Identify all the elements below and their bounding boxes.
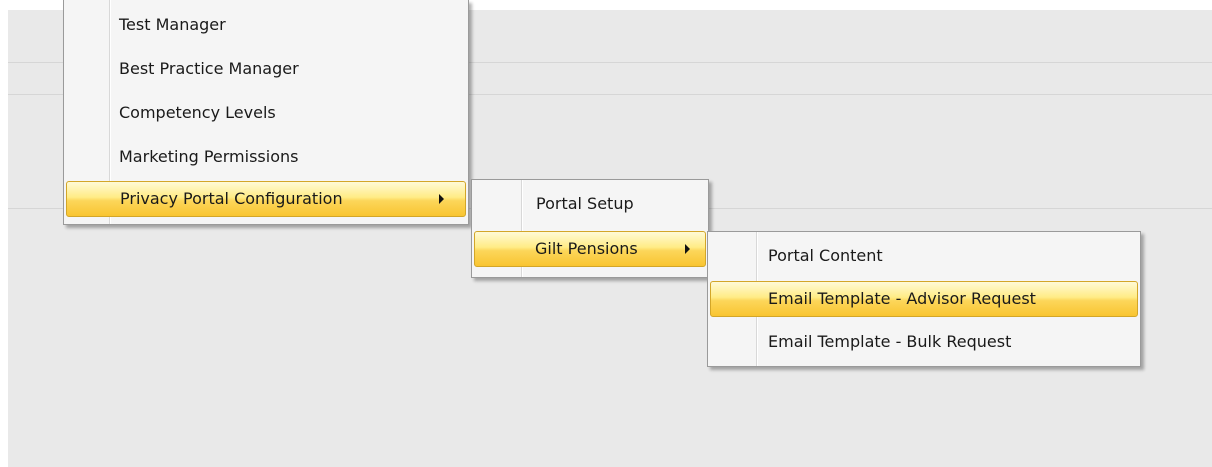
submenu-arrow-icon: [685, 244, 690, 254]
menu-item-label: Best Practice Manager: [119, 59, 299, 78]
menu-item-portal-setup[interactable]: Portal Setup: [472, 186, 708, 222]
menu-item-label: Privacy Portal Configuration: [120, 189, 343, 208]
menu-item-email-template-bulk-request[interactable]: Email Template - Bulk Request: [708, 324, 1140, 360]
menu-item-label: Portal Content: [768, 246, 883, 265]
menu-item-marketing-permissions[interactable]: Marketing Permissions: [64, 139, 468, 175]
menu-item-label: Test Manager: [119, 15, 226, 34]
menu-item-competency-levels[interactable]: Competency Levels: [64, 95, 468, 131]
submenu-arrow-icon: [439, 194, 444, 204]
menu-item-best-practice-manager[interactable]: Best Practice Manager: [64, 51, 468, 87]
menu-item-label: Portal Setup: [536, 194, 634, 213]
menu-item-gilt-pensions[interactable]: Gilt Pensions: [474, 231, 706, 267]
privacy-portal-submenu: Portal Setup Gilt Pensions: [471, 179, 709, 278]
menu-item-label: Competency Levels: [119, 103, 276, 122]
gilt-pensions-submenu: Portal Content Email Template - Advisor …: [707, 231, 1141, 367]
menu-item-label: Marketing Permissions: [119, 147, 299, 166]
main-context-menu: Test Manager Best Practice Manager Compe…: [63, 0, 469, 225]
menu-item-email-template-advisor-request[interactable]: Email Template - Advisor Request: [710, 281, 1138, 317]
menu-item-label: Gilt Pensions: [535, 239, 638, 258]
menu-item-label: Email Template - Advisor Request: [768, 289, 1036, 308]
menu-item-privacy-portal-configuration[interactable]: Privacy Portal Configuration: [66, 181, 466, 217]
menu-item-portal-content[interactable]: Portal Content: [708, 238, 1140, 274]
menu-item-label: Email Template - Bulk Request: [768, 332, 1012, 351]
menu-item-test-manager[interactable]: Test Manager: [64, 7, 468, 43]
